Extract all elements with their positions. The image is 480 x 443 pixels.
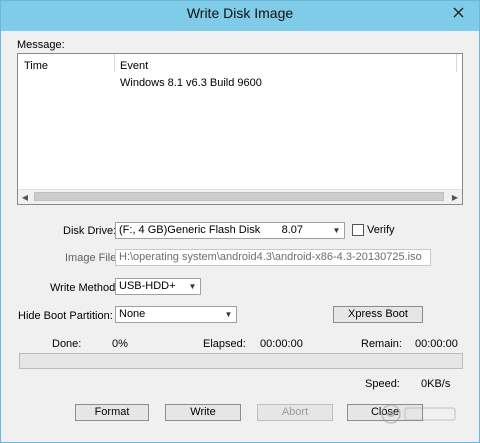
done-value: 0% xyxy=(112,338,128,350)
remain-label: Remain: xyxy=(361,338,402,350)
disk-drive-select[interactable]: (F:, 4 GB)Generic Flash Disk 8.07 ▼ xyxy=(115,222,345,239)
title-bar: Write Disk Image xyxy=(1,1,479,31)
image-file-field[interactable]: H:\operating system\android4.3\android-x… xyxy=(115,249,431,266)
hide-boot-partition-label: Hide Boot Partition: xyxy=(18,310,113,322)
abort-button[interactable]: Abort xyxy=(257,404,333,421)
window-close-button[interactable] xyxy=(441,3,475,25)
column-divider xyxy=(456,54,457,72)
chevron-down-icon: ▼ xyxy=(224,310,233,319)
message-list[interactable]: Time Event Windows 8.1 v6.3 Build 9600 ◀… xyxy=(17,53,463,205)
chevron-down-icon: ▼ xyxy=(332,226,341,235)
speed-value: 0KB/s xyxy=(421,378,451,390)
write-method-select[interactable]: USB-HDD+ ▼ xyxy=(115,278,201,295)
hide-boot-partition-value: None xyxy=(119,308,146,320)
write-method-value: USB-HDD+ xyxy=(119,280,176,292)
list-item[interactable]: Windows 8.1 v6.3 Build 9600 xyxy=(18,76,458,92)
done-label: Done: xyxy=(52,338,82,350)
watermark-icon xyxy=(381,404,456,424)
horizontal-scrollbar[interactable]: ◀ ▶ xyxy=(18,189,462,204)
scroll-right-icon[interactable]: ▶ xyxy=(448,190,462,204)
close-icon xyxy=(453,7,464,21)
elapsed-value: 00:00:00 xyxy=(260,338,303,350)
disk-drive-label: Disk Drive: xyxy=(63,225,117,237)
xpress-boot-button[interactable]: Xpress Boot xyxy=(333,306,423,323)
window-title: Write Disk Image xyxy=(186,5,294,21)
column-header-event[interactable]: Event xyxy=(120,60,148,72)
scroll-left-icon[interactable]: ◀ xyxy=(18,190,32,204)
disk-drive-value: (F:, 4 GB)Generic Flash Disk 8.07 xyxy=(119,224,303,236)
remain-value: 00:00:00 xyxy=(415,338,458,350)
hide-boot-partition-select[interactable]: None ▼ xyxy=(115,306,237,323)
verify-checkbox[interactable] xyxy=(352,224,364,236)
image-file-label: Image File: xyxy=(65,252,120,264)
write-button[interactable]: Write xyxy=(165,404,241,421)
progress-bar xyxy=(19,353,463,369)
scrollbar-thumb[interactable] xyxy=(34,192,444,201)
format-button[interactable]: Format xyxy=(75,404,149,421)
verify-label: Verify xyxy=(367,224,395,236)
elapsed-label: Elapsed: xyxy=(203,338,246,350)
column-divider xyxy=(114,54,115,72)
chevron-down-icon: ▼ xyxy=(188,282,197,291)
message-label: Message: xyxy=(17,39,65,51)
image-file-value: H:\operating system\android4.3\android-x… xyxy=(119,251,422,263)
list-item-event: Windows 8.1 v6.3 Build 9600 xyxy=(120,77,262,89)
write-method-label: Write Method: xyxy=(50,282,119,294)
write-disk-image-window: Write Disk Image Message: Time Event Win… xyxy=(0,0,480,443)
speed-label: Speed: xyxy=(365,378,400,390)
column-header-time[interactable]: Time xyxy=(24,60,48,72)
